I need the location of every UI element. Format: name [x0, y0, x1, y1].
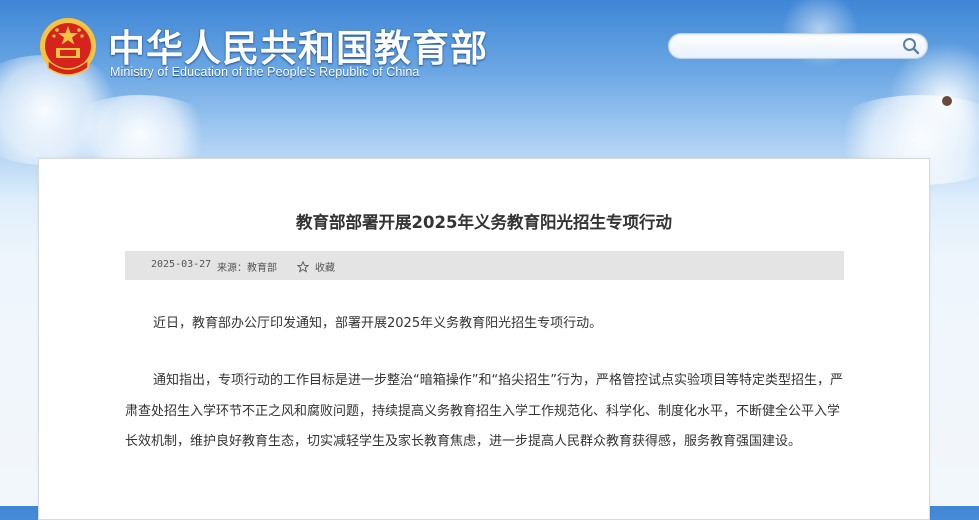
search-box	[668, 33, 928, 59]
site-header: 中华人民共和国教育部 Ministry of Education of the …	[0, 0, 979, 185]
search-button[interactable]	[901, 36, 921, 56]
favorite-label: 收藏	[315, 263, 336, 274]
search-icon	[903, 38, 920, 55]
search-input[interactable]	[681, 37, 895, 57]
national-emblem-icon[interactable]	[38, 16, 98, 80]
favorite-button[interactable]: 收藏	[296, 259, 336, 274]
site-subtitle: Ministry of Education of the People's Re…	[110, 65, 420, 79]
article-meta-bar: 2025-03-27 来源：教育部 收藏	[125, 251, 844, 280]
article-paragraph: 近日，教育部办公厅印发通知，部署开展2025年义务教育阳光招生专项行动。	[153, 316, 603, 331]
star-outline-icon	[296, 260, 310, 273]
article-source: 来源：教育部	[217, 263, 277, 274]
article-paragraph: 通知指出，专项行动的工作目标是进一步整治“暗箱操作”和“掐尖招生”行为，严格管控…	[125, 373, 843, 449]
site-title[interactable]: 中华人民共和国教育部	[108, 18, 488, 72]
publish-date: 2025-03-27	[151, 259, 212, 270]
article-title: 教育部部署开展2025年义务教育阳光招生专项行动	[296, 213, 672, 232]
article-card: 教育部部署开展2025年义务教育阳光招生专项行动 2025-03-27 来源：教…	[38, 158, 930, 520]
